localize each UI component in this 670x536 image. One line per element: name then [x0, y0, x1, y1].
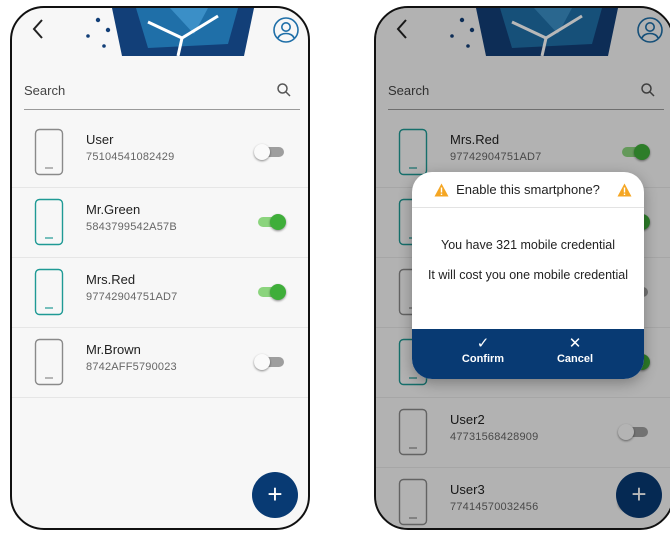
- device-name: Mrs.Red: [86, 272, 136, 287]
- chevron-left-icon: [32, 19, 43, 39]
- confirm-label: Confirm: [461, 353, 505, 365]
- warning-icon: [617, 183, 632, 197]
- device-serial: 97742904751AD7: [86, 291, 178, 303]
- toggle-knob: [254, 354, 270, 370]
- add-device-button[interactable]: +: [252, 472, 298, 518]
- app-stage: Search User 75104541082429 Mr.Green 5843799…: [0, 0, 670, 536]
- toggle-knob: [254, 144, 270, 160]
- cancel-label: Cancel: [556, 353, 594, 365]
- dialog-header: Enable this smartphone?: [412, 172, 644, 208]
- toggle-knob: [270, 214, 286, 230]
- device-row[interactable]: User 75104541082429: [12, 118, 308, 188]
- close-icon: ✕: [568, 335, 582, 352]
- device-list: User 75104541082429 Mr.Green 5843799542A57B…: [12, 118, 308, 398]
- dialog-title: Enable this smartphone?: [456, 182, 600, 197]
- search-input[interactable]: Search: [24, 83, 65, 98]
- back-button[interactable]: [26, 12, 52, 46]
- credential-balance-text: You have 321 mobile credential: [441, 238, 615, 252]
- brand-logo: [86, 8, 254, 56]
- smartphone-icon: [34, 268, 64, 316]
- enable-toggle[interactable]: [254, 214, 286, 230]
- device-serial: 5843799542A57B: [86, 221, 177, 233]
- cancel-button[interactable]: ✕ Cancel: [540, 335, 610, 375]
- device-serial: 75104541082429: [86, 151, 175, 163]
- app-header: [12, 8, 308, 56]
- smartphone-icon: [34, 198, 64, 246]
- warning-icon: [434, 183, 449, 197]
- phone-device-list: Search User 75104541082429 Mr.Green 5843799…: [10, 6, 310, 530]
- dialog-actions: ✓ Confirm ✕ Cancel: [412, 329, 644, 379]
- toggle-knob: [270, 284, 286, 300]
- device-row[interactable]: Mr.Green 5843799542A57B: [12, 188, 308, 258]
- device-name: Mr.Green: [86, 202, 141, 217]
- enable-smartphone-dialog: Enable this smartphone? You have 321 mob…: [412, 172, 644, 379]
- device-name: Mr.Brown: [86, 342, 141, 357]
- search-icon[interactable]: [276, 82, 292, 98]
- enable-toggle[interactable]: [254, 284, 286, 300]
- phone-enable-dialog: Search Mrs.Red 97742904751AD7 User2 4773156…: [374, 6, 670, 530]
- device-name: User: [86, 132, 114, 147]
- device-serial: 8742AFF5790023: [86, 361, 177, 373]
- search-bar[interactable]: Search: [24, 68, 300, 110]
- smartphone-icon: [34, 128, 64, 176]
- account-circle-icon[interactable]: [272, 16, 300, 44]
- confirm-button[interactable]: ✓ Confirm: [448, 335, 518, 375]
- smartphone-icon: [34, 338, 64, 386]
- plus-icon: +: [267, 479, 283, 509]
- enable-toggle[interactable]: [254, 144, 286, 160]
- check-icon: ✓: [476, 335, 490, 352]
- device-row[interactable]: Mr.Brown 8742AFF5790023: [12, 328, 308, 398]
- device-row[interactable]: Mrs.Red 97742904751AD7: [12, 258, 308, 328]
- enable-toggle[interactable]: [254, 354, 286, 370]
- credential-cost-text: It will cost you one mobile credential: [427, 268, 629, 282]
